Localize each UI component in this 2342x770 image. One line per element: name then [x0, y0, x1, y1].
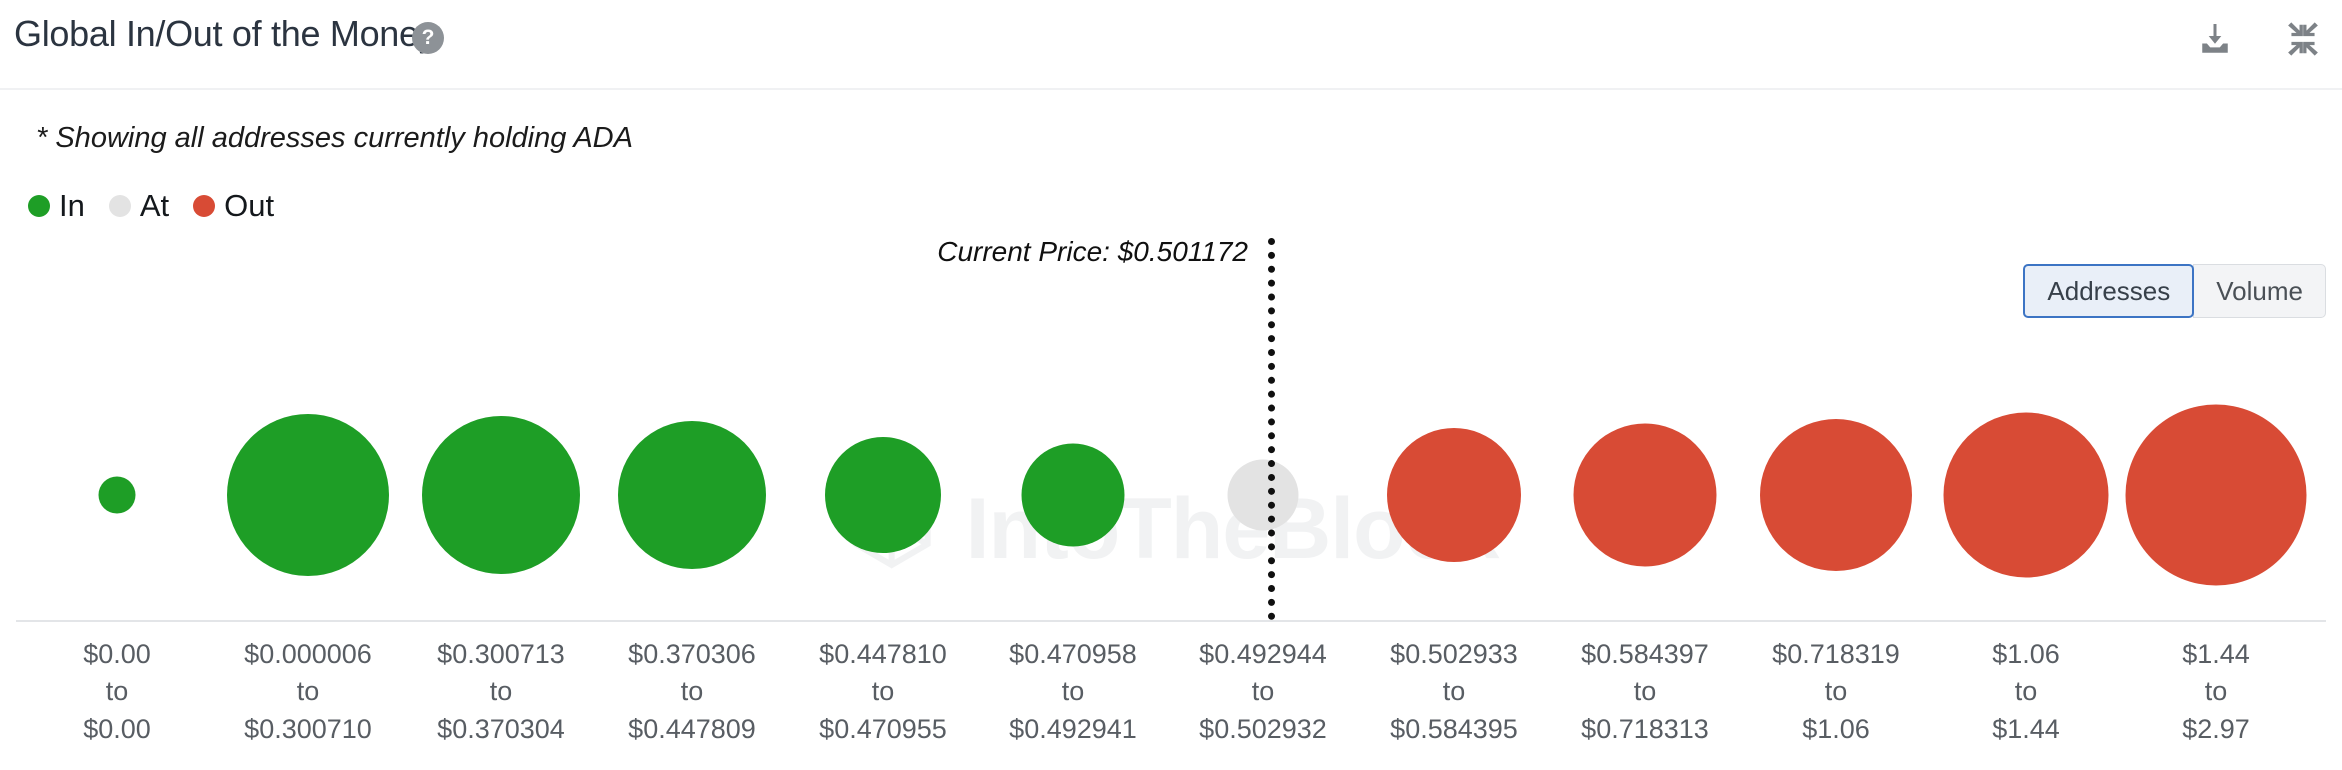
bin-sep: to — [1061, 676, 1085, 707]
chart-plot-area: IntoTheBlock Current Price: $0.501172 — [0, 236, 2342, 620]
current-price-label: Current Price: $0.501172 — [937, 236, 1248, 267]
x-axis-label-5: $0.470958 to $0.492941 — [1009, 636, 1137, 748]
bubble-out-11[interactable] — [2125, 404, 2307, 586]
legend-label: In — [59, 188, 85, 223]
bubble-out-9[interactable] — [1760, 419, 1912, 571]
x-axis-label-10: $1.06 to $1.44 — [1992, 636, 2060, 748]
bin-from: $0.718319 — [1772, 639, 1900, 669]
legend-item-at[interactable]: At — [108, 188, 170, 223]
x-axis-label-6: $0.492944 to $0.502932 — [1199, 636, 1327, 748]
legend-dot-icon — [28, 194, 50, 217]
x-axis-label-9: $0.718319 to $1.06 — [1772, 636, 1900, 748]
bin-sep: to — [296, 676, 320, 707]
x-axis-label-3: $0.370306 to $0.447809 — [628, 636, 756, 748]
metric-toggle-group: Addresses Volume — [2023, 264, 2326, 318]
bin-from: $1.44 — [2182, 639, 2250, 669]
download-button[interactable] — [2192, 16, 2238, 62]
bin-to: $0.447809 — [628, 713, 756, 744]
bin-sep: to — [2204, 676, 2228, 707]
chart-legend: In At Out — [28, 190, 298, 221]
bubble-at-6[interactable] — [1227, 459, 1299, 531]
x-axis-label-7: $0.502933 to $0.584395 — [1390, 636, 1518, 748]
bubble-in-5[interactable] — [1021, 443, 1125, 547]
bin-to: $0.502932 — [1199, 713, 1327, 744]
bin-sep: to — [105, 676, 129, 707]
bin-to: $1.44 — [1992, 713, 2060, 744]
bin-to: $0.300710 — [244, 713, 372, 744]
bin-to: $0.00 — [83, 713, 151, 744]
bin-to: $0.492941 — [1009, 713, 1137, 744]
header-actions — [2192, 16, 2326, 62]
bubble-out-10[interactable] — [1943, 412, 2109, 578]
legend-item-in[interactable]: In — [28, 190, 85, 221]
bin-to: $2.97 — [2182, 713, 2250, 744]
current-price-line — [1268, 238, 1275, 620]
chart-subtitle: * Showing all addresses currently holdin… — [36, 122, 633, 154]
bin-sep: to — [871, 676, 895, 707]
bin-sep: to — [2014, 676, 2038, 707]
x-axis-label-2: $0.300713 to $0.370304 — [437, 636, 565, 748]
bin-from: $0.584397 — [1581, 639, 1709, 669]
bubble-in-1[interactable] — [227, 414, 389, 576]
toggle-volume-button[interactable]: Volume — [2193, 264, 2326, 318]
collapse-icon — [2284, 20, 2322, 58]
legend-dot-icon — [193, 194, 216, 217]
bin-to: $1.06 — [1802, 713, 1870, 744]
bin-sep: to — [1633, 676, 1657, 707]
bubble-in-4[interactable] — [825, 437, 941, 553]
bin-sep: to — [1442, 676, 1466, 707]
chart-widget: Global In/Out of the Money ? * Showing a… — [0, 0, 2342, 770]
bin-sep: to — [1251, 676, 1275, 707]
question-mark-icon[interactable]: ? — [412, 22, 444, 54]
bin-sep: to — [1824, 676, 1848, 707]
toggle-addresses-button[interactable]: Addresses — [2023, 264, 2195, 318]
bin-sep: to — [489, 676, 513, 707]
bin-to: $0.584395 — [1390, 713, 1518, 744]
bubble-out-7[interactable] — [1387, 428, 1521, 562]
x-axis-label-4: $0.447810 to $0.470955 — [819, 636, 947, 748]
x-axis-label-1: $0.000006 to $0.300710 — [244, 636, 372, 748]
download-icon — [2197, 21, 2233, 57]
x-axis-label-11: $1.44 to $2.97 — [2182, 636, 2250, 748]
bin-from: $0.470958 — [1009, 639, 1137, 669]
page-title: Global In/Out of the Money — [14, 13, 437, 54]
bubble-in-3[interactable] — [618, 421, 766, 569]
bin-from: $0.502933 — [1390, 639, 1518, 669]
bin-from: $0.000006 — [244, 639, 372, 669]
bin-from: $0.300713 — [437, 639, 565, 669]
bin-from: $0.447810 — [819, 639, 947, 669]
bin-to: $0.718313 — [1581, 713, 1709, 744]
widget-header: Global In/Out of the Money ? — [0, 0, 2342, 90]
x-axis-label-8: $0.584397 to $0.718313 — [1581, 636, 1709, 748]
legend-item-out[interactable]: Out — [193, 190, 274, 221]
bubble-in-2[interactable] — [422, 416, 580, 574]
bin-to: $0.470955 — [819, 713, 947, 744]
x-axis-labels: $0.00 to $0.00 $0.000006 to $0.300710 $0.30071… — [0, 636, 2342, 756]
bin-from: $0.370306 — [628, 639, 756, 669]
legend-label: Out — [224, 188, 275, 223]
collapse-button[interactable] — [2280, 16, 2326, 62]
x-axis-line — [16, 620, 2326, 622]
bin-from: $0.00 — [83, 639, 151, 669]
bin-from: $0.492944 — [1199, 639, 1327, 669]
legend-dot-icon — [108, 194, 131, 217]
legend-label: At — [139, 188, 170, 223]
bin-sep: to — [680, 676, 704, 707]
bubble-out-8[interactable] — [1573, 423, 1717, 567]
bin-from: $1.06 — [1992, 639, 2060, 669]
bubble-in-0[interactable] — [98, 476, 136, 514]
bin-to: $0.370304 — [437, 713, 565, 744]
x-axis-label-0: $0.00 to $0.00 — [83, 636, 151, 748]
